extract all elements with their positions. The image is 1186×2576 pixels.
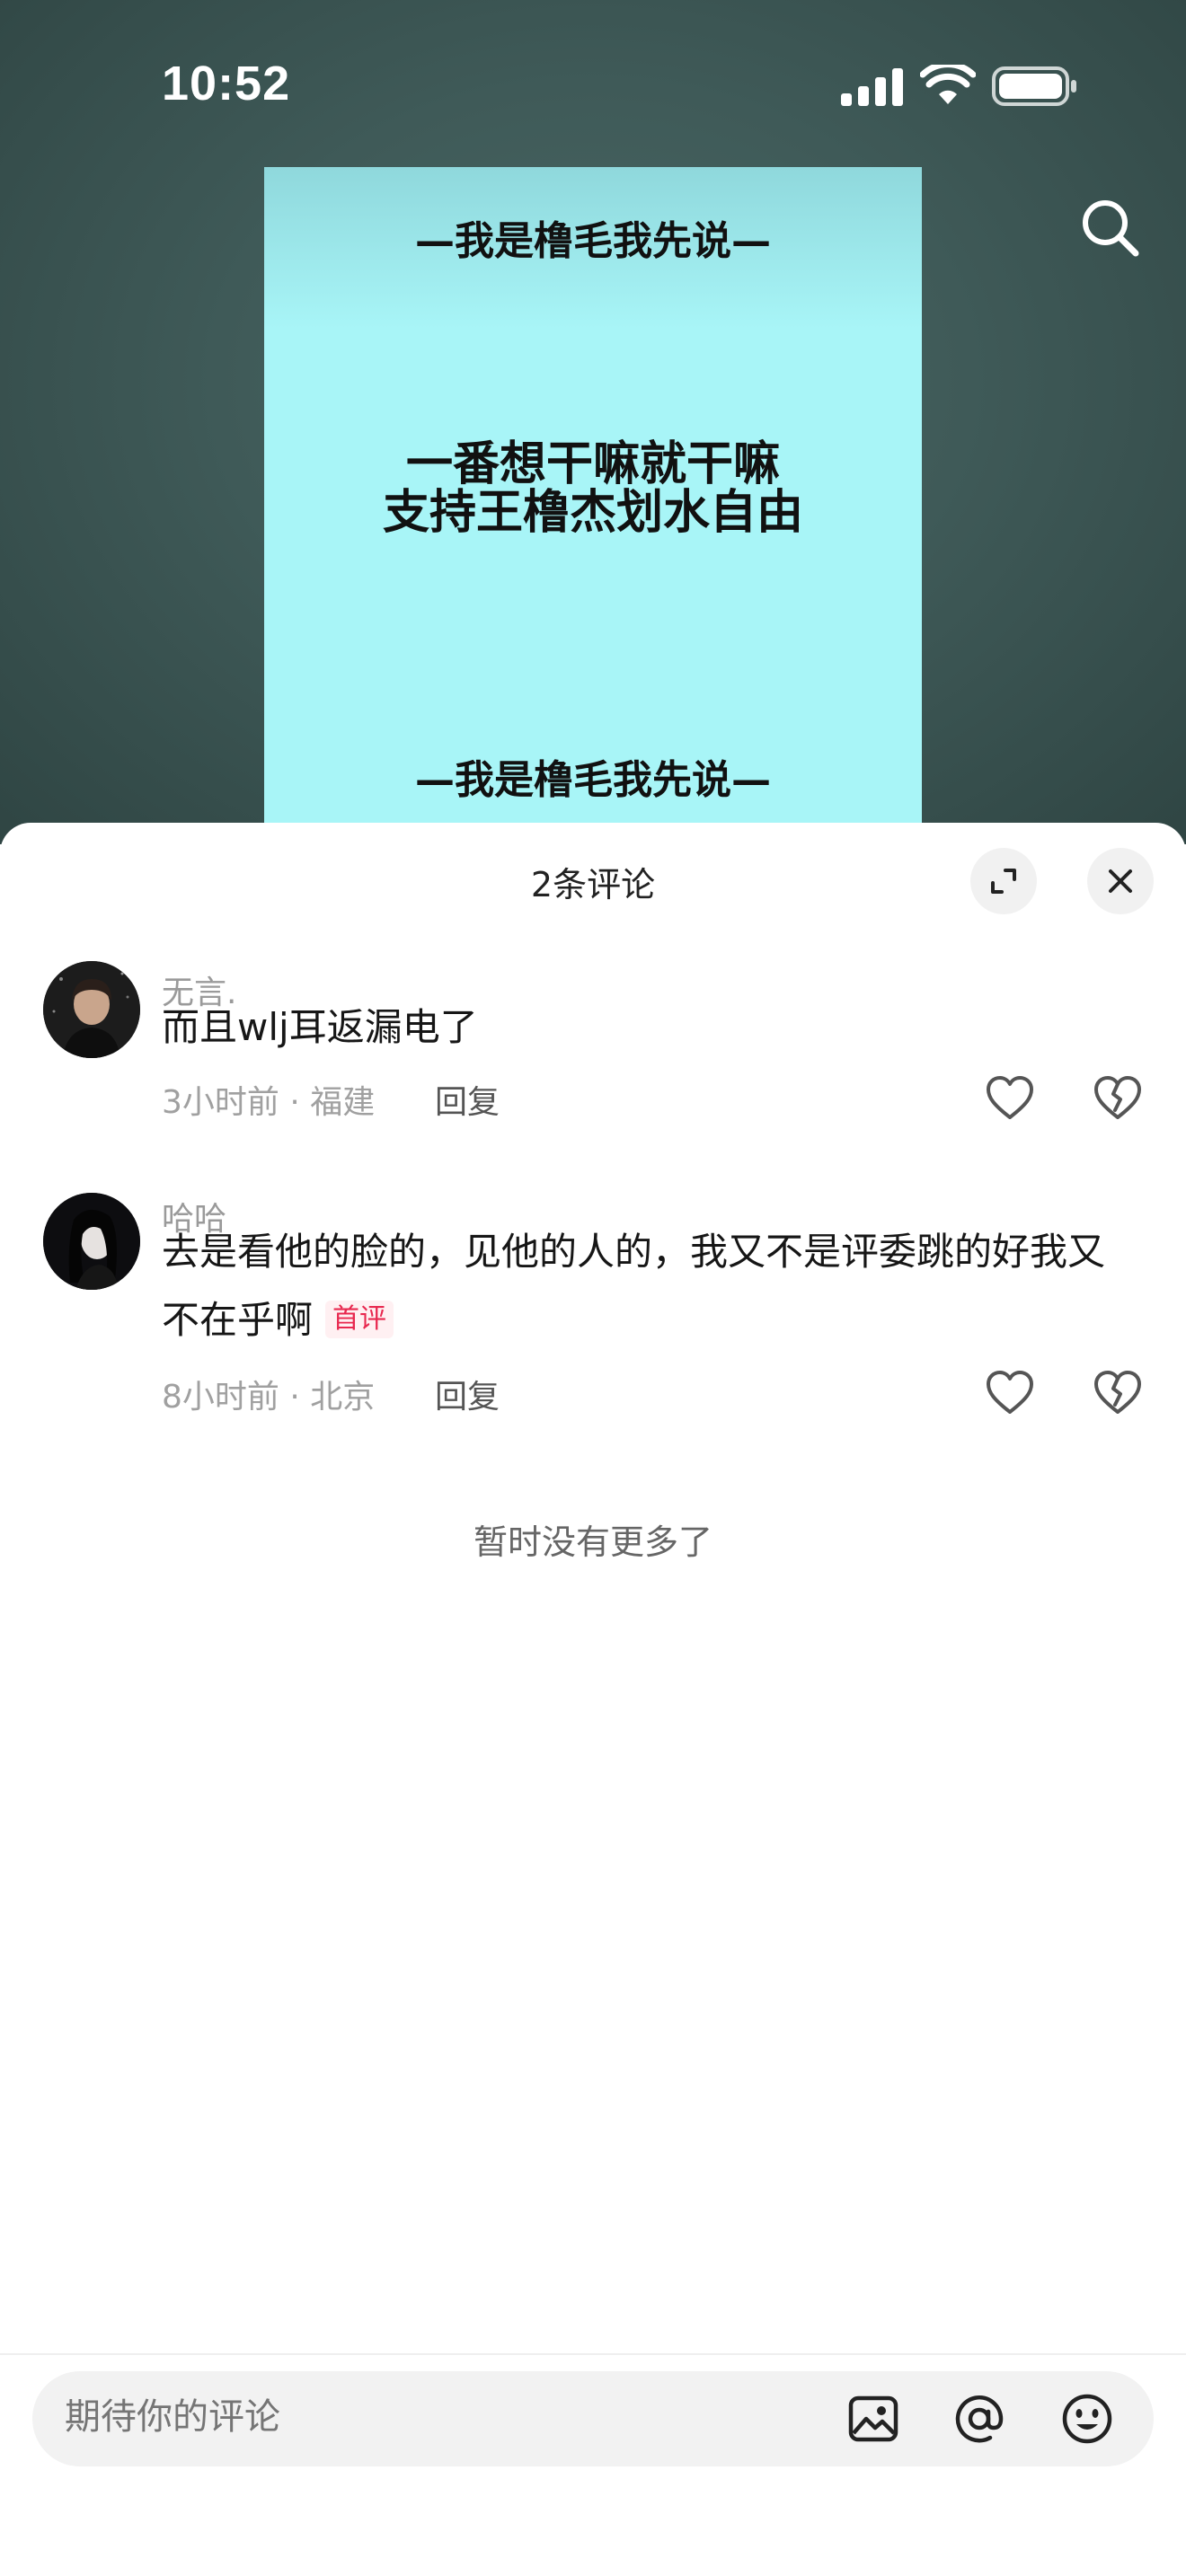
mention-button[interactable] xyxy=(952,2392,1006,2446)
comment-item: 哈哈 去是看他的脸的，见他的人的，我又不是评委跳的好我又不在乎啊 首评 8小时前 … xyxy=(0,1193,1186,1416)
image-icon xyxy=(848,2395,898,2442)
video-poster[interactable]: —我是橹毛我先说— 一番想干嘛就干嘛 支持王橹杰划水自由 —我是橹毛我先说— xyxy=(264,167,922,850)
poster-main-line-2: 支持王橹杰划水自由 xyxy=(382,486,803,540)
at-icon xyxy=(955,2395,1004,2443)
reply-button[interactable]: 回复 xyxy=(435,1371,500,1417)
input-divider xyxy=(0,2353,1186,2355)
comment-meta: 8小时前 · 北京 xyxy=(162,1379,376,1416)
poster-main-text: 一番想干嘛就干嘛 支持王橹杰划水自由 xyxy=(264,440,922,537)
poster-bottom-line: —我是橹毛我先说— xyxy=(415,757,771,803)
status-time: 10:52 xyxy=(162,57,291,110)
poster-top-line: —我是橹毛我先说— xyxy=(415,218,771,264)
avatar[interactable] xyxy=(43,961,140,1058)
broken-heart-icon xyxy=(1094,1371,1141,1414)
close-icon xyxy=(1109,869,1132,893)
dislike-button[interactable] xyxy=(1093,1074,1143,1125)
like-button[interactable] xyxy=(985,1074,1035,1125)
comment-text[interactable]: 去是看他的脸的，见他的人的，我又不是评委跳的好我又不在乎啊 首评 xyxy=(162,1218,1132,1354)
comment-text-content: 去是看他的脸的，见他的人的，我又不是评委跳的好我又不在乎啊 xyxy=(162,1230,1106,1342)
battery-icon xyxy=(992,66,1076,106)
status-bar: 10:52 xyxy=(0,0,1186,171)
signal-icon xyxy=(841,65,904,106)
status-icons xyxy=(841,65,1080,106)
reply-button[interactable]: 回复 xyxy=(435,1076,500,1123)
comment-input[interactable] xyxy=(65,2396,783,2438)
first-comment-badge: 首评 xyxy=(325,1301,394,1338)
comment-text[interactable]: 而且wlj耳返漏电了 xyxy=(162,993,1132,1062)
expand-icon xyxy=(991,869,1016,894)
poster-main-line-1: 一番想干嘛就干嘛 xyxy=(405,437,780,491)
emoji-button[interactable] xyxy=(1060,2392,1114,2446)
search-icon xyxy=(1083,200,1139,257)
avatar[interactable] xyxy=(43,1193,140,1290)
video-background: 10:52 —我是橹毛我先说— 一番想干嘛就干嘛 支持王橹杰划水自由 —我是橹毛… xyxy=(0,0,1186,850)
comment-input-bar[interactable] xyxy=(32,2371,1154,2466)
emoji-icon xyxy=(1062,2394,1112,2444)
comment-meta: 3小时前 · 福建 xyxy=(162,1084,376,1121)
broken-heart-icon xyxy=(1094,1076,1141,1119)
heart-icon xyxy=(987,1076,1033,1119)
image-button[interactable] xyxy=(846,2392,900,2446)
comment-sheet: 2条评论 无言. 而且wlj耳返漏电了 3小时前 · 福建 回复 哈哈 去是看他… xyxy=(0,823,1186,2576)
like-button[interactable] xyxy=(985,1369,1035,1419)
search-button[interactable] xyxy=(1075,192,1146,264)
comment-item: 无言. 而且wlj耳返漏电了 3小时前 · 福建 回复 xyxy=(0,961,1186,1121)
expand-button[interactable] xyxy=(970,848,1037,914)
dislike-button[interactable] xyxy=(1093,1369,1143,1419)
wifi-icon xyxy=(920,65,976,104)
heart-icon xyxy=(987,1371,1033,1414)
no-more-comments: 暂时没有更多了 xyxy=(473,1522,712,1562)
close-button[interactable] xyxy=(1087,848,1154,914)
